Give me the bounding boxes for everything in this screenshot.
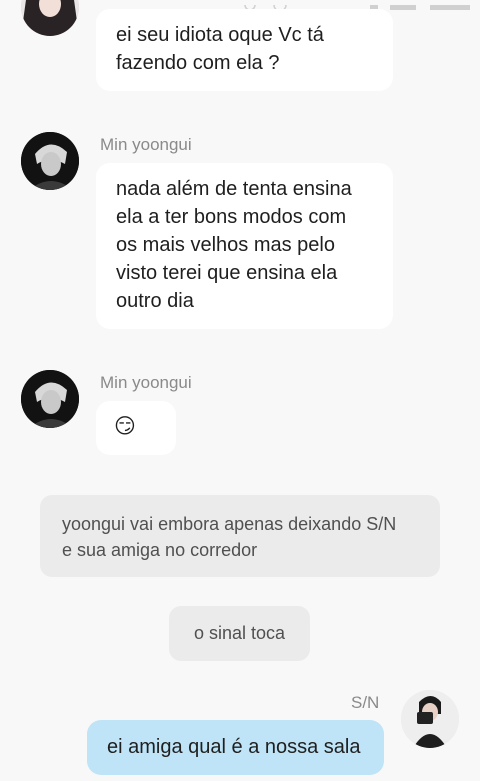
- message-bubble: nada além de tenta ensina ela a ter bons…: [96, 163, 393, 329]
- message-bubble: ei seu idiota oque Vc tá fazendo com ela…: [96, 9, 393, 91]
- status-bar: [220, 0, 480, 12]
- emoji-bubble: 😏: [96, 401, 176, 455]
- avatar[interactable]: [21, 132, 79, 190]
- sender-name: Min yoongui: [100, 135, 192, 154]
- narration-box: o sinal toca: [169, 606, 310, 661]
- own-message-bubble: ei amiga qual é a nossa sala: [87, 720, 384, 775]
- avatar[interactable]: [21, 0, 79, 36]
- narration-box: yoongui vai embora apenas deixando S/N e…: [40, 495, 440, 577]
- avatar[interactable]: [401, 690, 459, 748]
- sender-name: S/N: [351, 693, 380, 712]
- sender-name: Min yoongui: [100, 373, 192, 392]
- avatar[interactable]: [21, 370, 79, 428]
